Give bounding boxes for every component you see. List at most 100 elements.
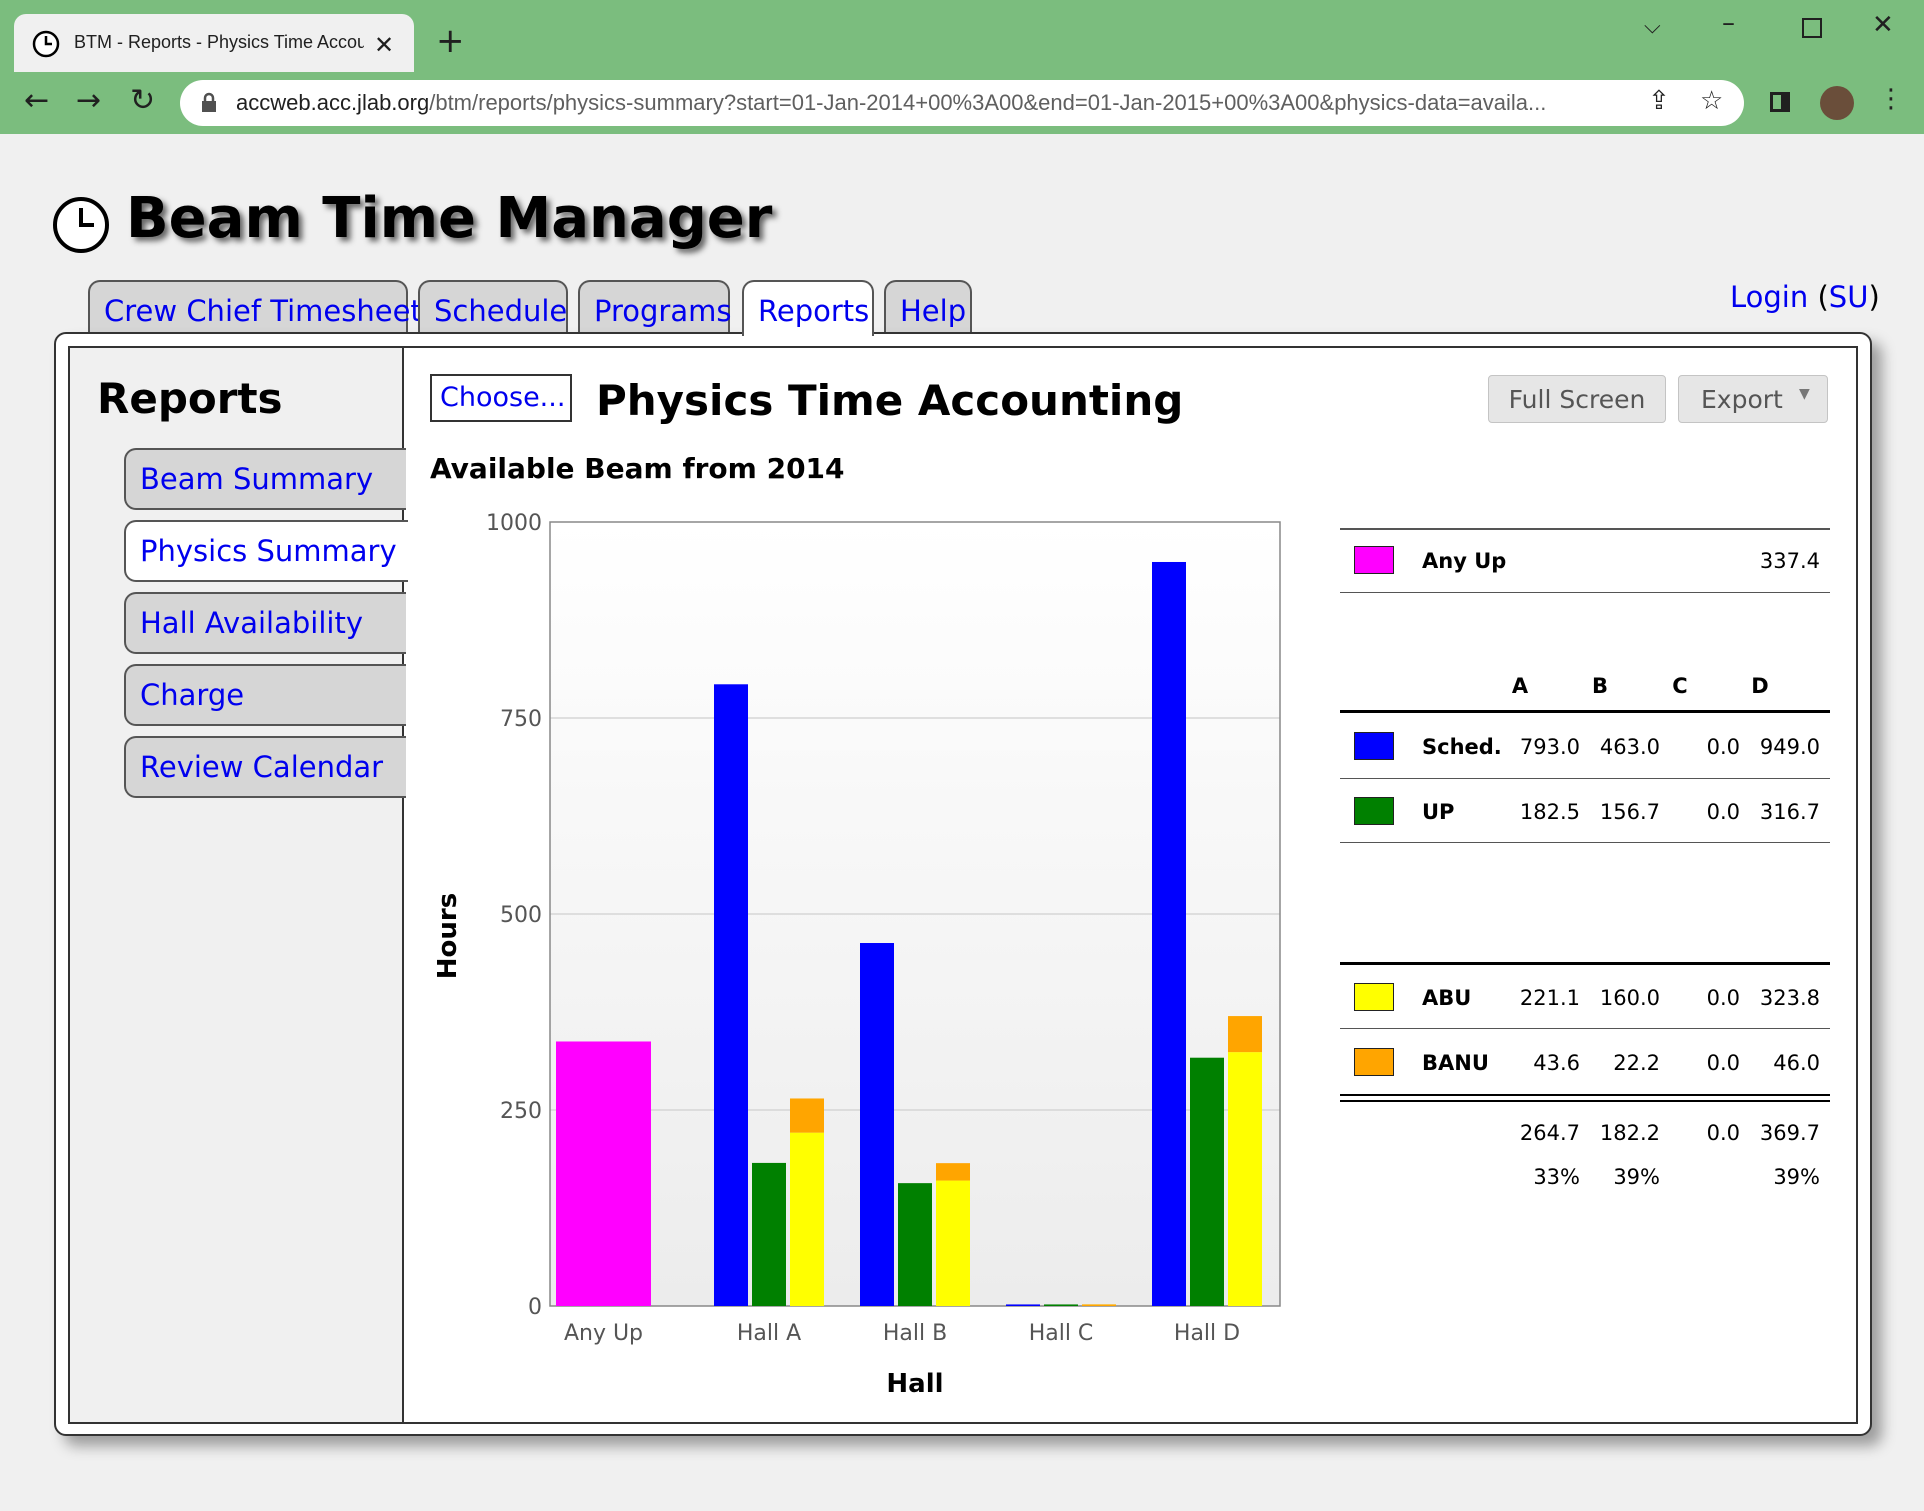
bar-sched xyxy=(714,684,748,1306)
bar-up xyxy=(752,1162,786,1306)
login-area: Login (SU) xyxy=(1730,280,1880,314)
y-tick-label: 250 xyxy=(500,1099,542,1124)
sidebar-item-charge[interactable]: Charge xyxy=(124,664,406,726)
table-cell: 221.1 xyxy=(1519,986,1580,1010)
tab-schedule[interactable]: Schedule xyxy=(418,280,568,334)
col-header: D xyxy=(1751,674,1769,698)
sidebar-item-hall-availability[interactable]: Hall Availability xyxy=(124,592,406,654)
table-cell: 46.0 xyxy=(1773,1051,1820,1075)
sidebar-item-beam-summary[interactable]: Beam Summary xyxy=(124,448,406,510)
profile-avatar[interactable] xyxy=(1820,86,1854,120)
table-cell: 182.5 xyxy=(1519,800,1580,824)
table-cell: 0.0 xyxy=(1706,986,1740,1010)
caret-down-icon: ▼ xyxy=(1799,386,1810,402)
bar-abu xyxy=(790,1132,824,1306)
bar-banu xyxy=(790,1098,824,1133)
url-text: accweb.acc.jlab.org/btm/reports/physics-… xyxy=(236,90,1626,116)
legend-divider xyxy=(1340,528,1830,530)
table-cell: 323.8 xyxy=(1759,986,1820,1010)
table-cell: 0.0 xyxy=(1706,1051,1740,1075)
legend-divider xyxy=(1340,710,1830,713)
col-header: A xyxy=(1511,674,1529,698)
x-tick-label: Hall B xyxy=(883,1321,947,1346)
bar-sched xyxy=(860,943,894,1306)
legend-divider xyxy=(1340,1028,1830,1029)
bar-banu xyxy=(1228,1016,1262,1053)
tab-search-chevron-down-icon[interactable]: ⌵ xyxy=(1644,14,1661,40)
menu-kebab-icon[interactable]: ⋮ xyxy=(1878,86,1904,112)
choose-report-button[interactable]: Choose... xyxy=(430,374,572,422)
full-screen-button[interactable]: Full Screen xyxy=(1488,375,1666,423)
legend-divider xyxy=(1340,962,1830,965)
total-cell: 264.7 xyxy=(1519,1121,1580,1145)
abu-swatch xyxy=(1354,983,1394,1011)
bar-up xyxy=(898,1183,932,1306)
sidebar-item-physics-summary[interactable]: Physics Summary xyxy=(124,520,408,582)
close-window-icon[interactable]: ✕ xyxy=(1872,12,1894,38)
y-axis-title: Hours xyxy=(433,893,463,979)
table-cell: 793.0 xyxy=(1519,735,1580,759)
table-cell: 949.0 xyxy=(1759,735,1820,759)
report-title: Physics Time Accounting xyxy=(596,376,1184,425)
export-button[interactable]: Export ▼ xyxy=(1678,375,1828,423)
x-tick-label: Any Up xyxy=(564,1321,643,1346)
bar-banu xyxy=(936,1163,970,1181)
side-panel-icon[interactable] xyxy=(1770,92,1790,112)
url-path: /btm/reports/physics-summary?start=01-Ja… xyxy=(429,90,1547,115)
table-cell: 156.7 xyxy=(1599,800,1660,824)
login-link[interactable]: Login xyxy=(1730,280,1808,314)
sched-label: Sched. xyxy=(1422,735,1502,759)
lock-icon[interactable] xyxy=(200,92,218,114)
reload-icon[interactable]: ↻ xyxy=(130,86,155,116)
percent-cell: 39% xyxy=(1613,1165,1660,1189)
tab-crew-chief-timesheet[interactable]: Crew Chief Timesheet xyxy=(88,280,422,334)
bar-chart: 0 250 500 750 1000 Any Up Hall A Hall B Hall C Ha… xyxy=(433,511,1281,1399)
bar-any-up xyxy=(556,1041,651,1306)
bar-abu xyxy=(1228,1052,1262,1306)
any-up-swatch xyxy=(1354,546,1394,574)
y-tick-label: 750 xyxy=(500,707,542,732)
x-tick-label: Hall D xyxy=(1174,1321,1240,1346)
share-icon[interactable]: ⇪ xyxy=(1648,88,1670,114)
back-arrow-icon[interactable]: ← xyxy=(24,86,49,116)
col-header: B xyxy=(1591,674,1608,698)
sidebar-item-review-calendar[interactable]: Review Calendar xyxy=(124,736,406,798)
table-cell: 160.0 xyxy=(1599,986,1660,1010)
page-title: Beam Time Manager xyxy=(126,186,773,251)
table-cell: 0.0 xyxy=(1706,735,1740,759)
percent-cell: 39% xyxy=(1773,1165,1820,1189)
export-label: Export xyxy=(1701,385,1783,414)
y-tick-label: 0 xyxy=(528,1295,542,1320)
total-cell: 0.0 xyxy=(1706,1121,1740,1145)
up-swatch xyxy=(1354,797,1394,825)
table-cell: 463.0 xyxy=(1599,735,1660,759)
bar-sched xyxy=(1152,561,1186,1306)
close-tab-icon[interactable]: ✕ xyxy=(374,32,394,58)
new-tab-icon[interactable]: + xyxy=(436,24,465,58)
table-cell: 0.0 xyxy=(1706,800,1740,824)
any-up-label: Any Up xyxy=(1422,549,1507,573)
forward-arrow-icon[interactable]: → xyxy=(76,86,101,116)
legend-divider xyxy=(1340,1100,1830,1102)
bar-up xyxy=(1190,1057,1224,1306)
bar-banu xyxy=(1082,1304,1116,1306)
abu-label: ABU xyxy=(1422,986,1472,1010)
bookmark-star-icon[interactable]: ☆ xyxy=(1700,88,1723,114)
bar-up xyxy=(1044,1304,1078,1306)
su-link[interactable]: SU xyxy=(1829,280,1869,314)
table-cell: 22.2 xyxy=(1613,1051,1660,1075)
url-host: accweb.acc.jlab.org xyxy=(236,90,430,115)
sidebar-title: Reports xyxy=(97,374,283,423)
tab-help[interactable]: Help xyxy=(884,280,972,334)
up-label: UP xyxy=(1422,800,1455,824)
tab-reports[interactable]: Reports xyxy=(742,280,874,336)
legend-divider xyxy=(1340,778,1830,779)
legend-divider xyxy=(1340,842,1830,843)
maximize-icon[interactable] xyxy=(1802,18,1822,38)
clock-logo-icon xyxy=(53,197,109,253)
tab-programs[interactable]: Programs xyxy=(578,280,731,334)
legend-divider xyxy=(1340,1094,1830,1096)
sched-swatch xyxy=(1354,732,1394,760)
clock-favicon-icon xyxy=(32,30,60,58)
minimize-icon[interactable]: – xyxy=(1722,10,1735,36)
